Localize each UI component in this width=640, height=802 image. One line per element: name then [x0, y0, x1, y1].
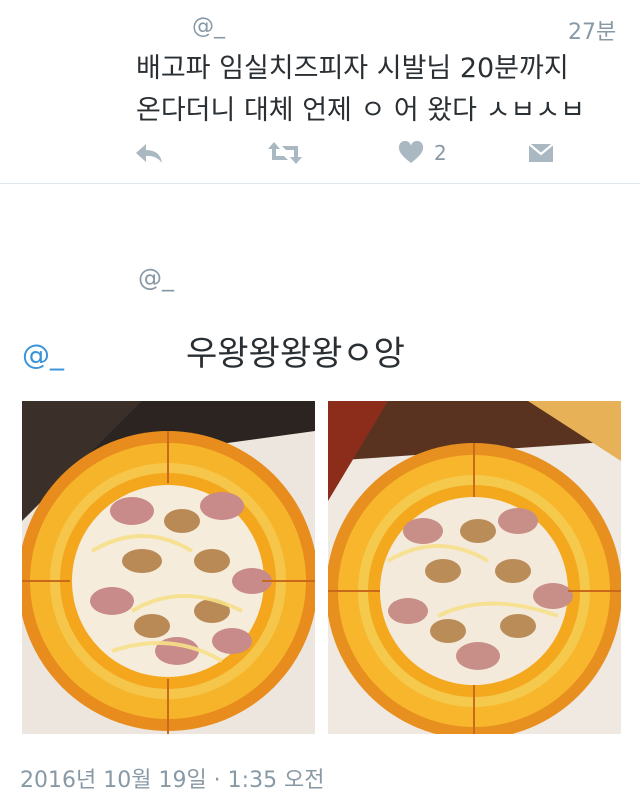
dm-icon: [528, 143, 554, 162]
dm-button[interactable]: [528, 138, 554, 168]
tweet-text-line: 배고파 임실치즈피자 시발님 20분까지: [136, 53, 569, 84]
quoted-text: 우왕왕왕왕ㅇ앙: [186, 334, 405, 374]
reply-icon: [136, 144, 162, 163]
retweet-icon: [268, 142, 302, 164]
heart-icon: [398, 141, 424, 163]
tweet-actions: 2: [0, 138, 640, 168]
quoted-handle[interactable]: @_: [138, 264, 174, 292]
tweet-timestamp: 27분: [568, 20, 617, 45]
like-button[interactable]: 2: [398, 138, 447, 168]
pizza-image: [22, 401, 315, 734]
retweet-button[interactable]: [268, 138, 302, 168]
pizza-photo[interactable]: [22, 401, 315, 734]
tweet-text-line: 온다더니 대체 언제 ㅇ 어 왔다 ㅅㅂㅅㅂ: [136, 95, 585, 126]
reply-button[interactable]: [134, 138, 164, 168]
pizza-photo[interactable]: [328, 401, 621, 734]
tweet-text: 배고파 임실치즈피자 시발님 20분까지 온다더니 대체 언제 ㅇ 어 왔다 ㅅ…: [136, 48, 616, 132]
tweet-divider: [0, 183, 640, 184]
tweet-author-handle[interactable]: @_: [192, 14, 225, 39]
like-count: 2: [434, 141, 447, 165]
tweet-date: 2016년 10월 19일 · 1:35 오전: [20, 768, 325, 793]
quoted-author-handle[interactable]: @_: [22, 338, 64, 371]
pizza-image: [328, 401, 621, 734]
